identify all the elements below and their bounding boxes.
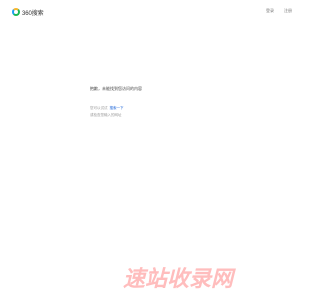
logo-icon [12,8,20,16]
page: 360搜索 登录 注册 抱歉，未能找到您访问的内容 您可以试试 搜索一下 或检查您… [0,0,300,300]
logo[interactable]: 360搜索 [12,6,44,18]
suggestion-prefix: 您可以试试 [90,106,108,110]
watermark: 速站收录网 [123,267,234,292]
logo-text: 360搜索 [22,10,44,17]
search-link[interactable]: 搜索一下 [110,106,124,110]
login-link[interactable]: 登录 [266,8,274,14]
register-link[interactable]: 注册 [284,8,292,14]
not-found-message: 抱歉，未能找到您访问的内容 [90,86,142,91]
suggestion-line-1: 您可以试试 搜索一下 [90,105,124,112]
top-nav: 登录 注册 [266,8,292,14]
suggestion-line-2: 或检查您输入的网址 [90,113,122,117]
suggestion-block: 您可以试试 搜索一下 或检查您输入的网址 [90,105,124,119]
